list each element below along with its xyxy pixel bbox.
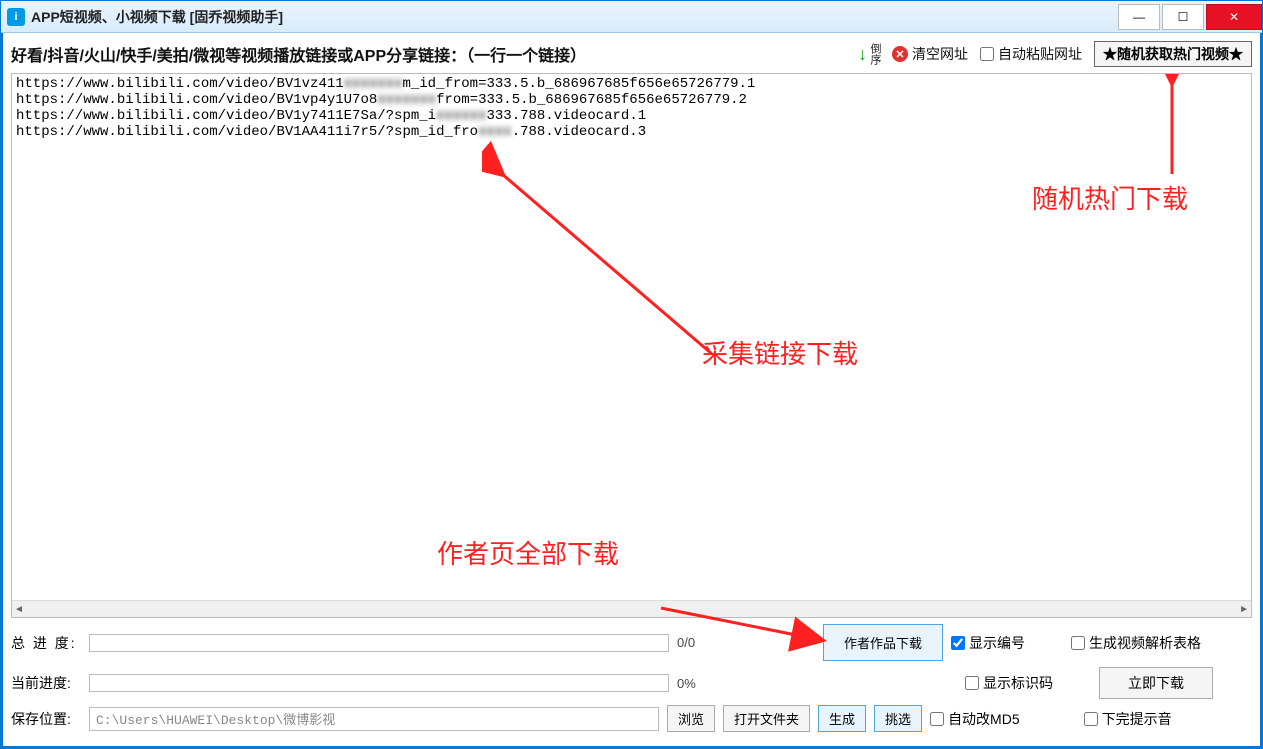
titlebar[interactable]: i APP短视频、小视频下载 [固乔视频助手] — ☐ ✕ — [1, 1, 1262, 33]
total-progress-bar — [89, 634, 669, 652]
close-button[interactable]: ✕ — [1206, 4, 1262, 30]
autopaste-input[interactable] — [980, 47, 994, 61]
save-path-input[interactable] — [89, 707, 659, 731]
total-progress-label: 总 进 度: — [11, 633, 81, 653]
autopaste-checkbox[interactable]: 自动粘贴网址 — [980, 44, 1082, 64]
random-hot-button[interactable]: ★随机获取热门视频★ — [1094, 41, 1252, 67]
current-progress-text: 0% — [677, 676, 717, 691]
open-folder-button[interactable]: 打开文件夹 — [723, 705, 810, 732]
current-progress-bar — [89, 674, 669, 692]
show-number-checkbox[interactable]: 显示编号 — [951, 633, 1025, 653]
toolbar: 好看/抖音/火山/快手/美拍/微视等视频播放链接或APP分享链接：（一行一个链接… — [11, 39, 1252, 69]
show-code-input[interactable] — [965, 676, 979, 690]
auto-md5-checkbox[interactable]: 自动改MD5 — [930, 709, 1020, 729]
generate-button[interactable]: 生成 — [818, 705, 866, 732]
scroll-right-icon[interactable]: ► — [1239, 604, 1249, 615]
current-progress-label: 当前进度: — [11, 673, 81, 693]
maximize-button[interactable]: ☐ — [1162, 4, 1204, 30]
clear-icon: ✕ — [892, 46, 908, 62]
gen-table-checkbox[interactable]: 生成视频解析表格 — [1071, 633, 1201, 653]
window-controls: — ☐ ✕ — [1118, 4, 1262, 30]
done-sound-input[interactable] — [1084, 712, 1098, 726]
browse-button[interactable]: 浏览 — [667, 705, 715, 732]
url-textarea-wrap: https://www.bilibili.com/video/BV1vz411x… — [11, 73, 1252, 618]
bottom-panel: 总 进 度: 0/0 作者作品下载 显示编号 生成视频解析表格 当前进度: 0 — [11, 618, 1252, 746]
done-sound-checkbox[interactable]: 下完提示音 — [1084, 709, 1172, 729]
gen-table-input[interactable] — [1071, 636, 1085, 650]
scroll-left-icon[interactable]: ◄ — [14, 604, 24, 615]
show-number-input[interactable] — [951, 636, 965, 650]
clear-urls-button[interactable]: ✕ 清空网址 — [892, 44, 968, 64]
app-window: i APP短视频、小视频下载 [固乔视频助手] — ☐ ✕ 好看/抖音/火山/快… — [0, 0, 1263, 749]
content-area: 好看/抖音/火山/快手/美拍/微视等视频播放链接或APP分享链接：（一行一个链接… — [1, 33, 1262, 748]
show-code-checkbox[interactable]: 显示标识码 — [965, 673, 1053, 693]
save-path-label: 保存位置: — [11, 709, 81, 729]
down-arrow-icon: ↓ — [858, 44, 867, 65]
window-title: APP短视频、小视频下载 [固乔视频助手] — [31, 7, 283, 27]
horizontal-scrollbar[interactable]: ◄ ► — [12, 600, 1251, 617]
filter-button[interactable]: 挑选 — [874, 705, 922, 732]
instruction-label: 好看/抖音/火山/快手/美拍/微视等视频播放链接或APP分享链接：（一行一个链接… — [11, 42, 586, 66]
url-textarea[interactable]: https://www.bilibili.com/video/BV1vz411x… — [12, 74, 1251, 600]
total-progress-text: 0/0 — [677, 635, 717, 650]
app-icon: i — [7, 8, 25, 26]
auto-md5-input[interactable] — [930, 712, 944, 726]
author-works-button[interactable]: 作者作品下载 — [823, 624, 943, 661]
reverse-order-button[interactable]: ↓ 倒序 — [858, 43, 880, 65]
minimize-button[interactable]: — — [1118, 4, 1160, 30]
download-now-button[interactable]: 立即下载 — [1099, 667, 1213, 699]
